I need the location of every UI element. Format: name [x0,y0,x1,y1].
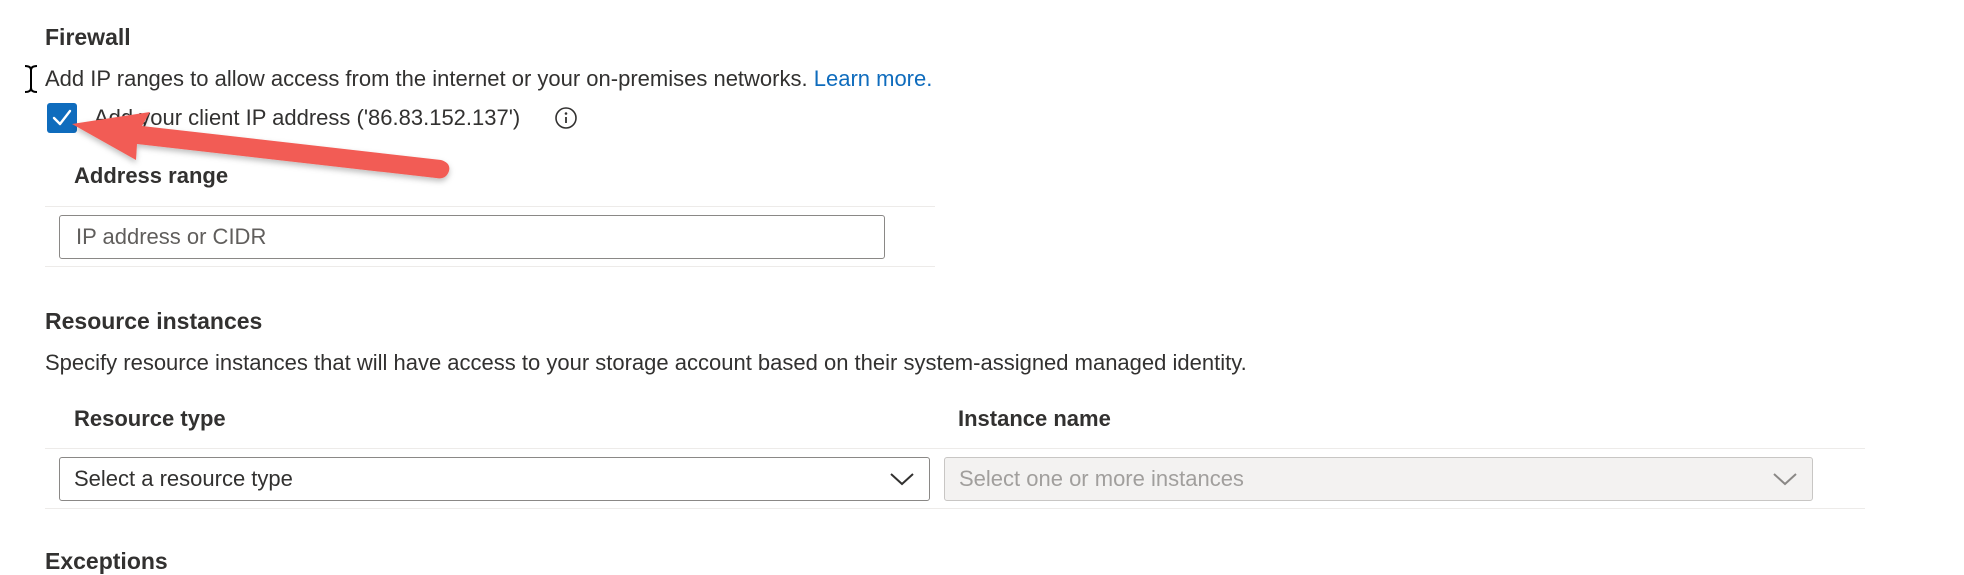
resource-instances-description: Specify resource instances that will hav… [45,350,1247,375]
firewall-title: Firewall [45,24,131,50]
info-icon[interactable] [554,106,578,130]
chevron-down-icon [890,473,914,486]
address-range-header: Address range [74,163,229,188]
instance-name-header: Instance name [958,406,1111,431]
checkmark-icon [52,109,72,126]
instance-name-placeholder: Select one or more instances [959,466,1244,491]
client-ip-checkbox[interactable] [47,103,77,133]
resource-type-placeholder: Select a resource type [74,466,293,491]
address-range-divider-bottom [45,266,935,267]
firewall-description: Add IP ranges to allow access from the i… [45,66,932,92]
resource-table-divider-bottom [45,508,1865,509]
instance-name-dropdown[interactable]: Select one or more instances [944,457,1813,501]
resource-type-dropdown[interactable]: Select a resource type [59,457,930,501]
client-ip-label[interactable]: Add your client IP address ('86.83.152.1… [94,105,520,131]
learn-more-link[interactable]: Learn more. [814,66,933,91]
resource-table-divider-top [45,448,1865,449]
text-cursor-icon [24,65,38,93]
resource-instances-title: Resource instances [45,308,263,334]
chevron-down-icon [1773,473,1797,486]
address-range-divider-top [45,206,935,207]
address-range-input[interactable] [74,223,870,251]
resource-type-header: Resource type [74,406,226,431]
address-range-field[interactable] [59,215,885,259]
firewall-description-text: Add IP ranges to allow access from the i… [45,66,808,91]
